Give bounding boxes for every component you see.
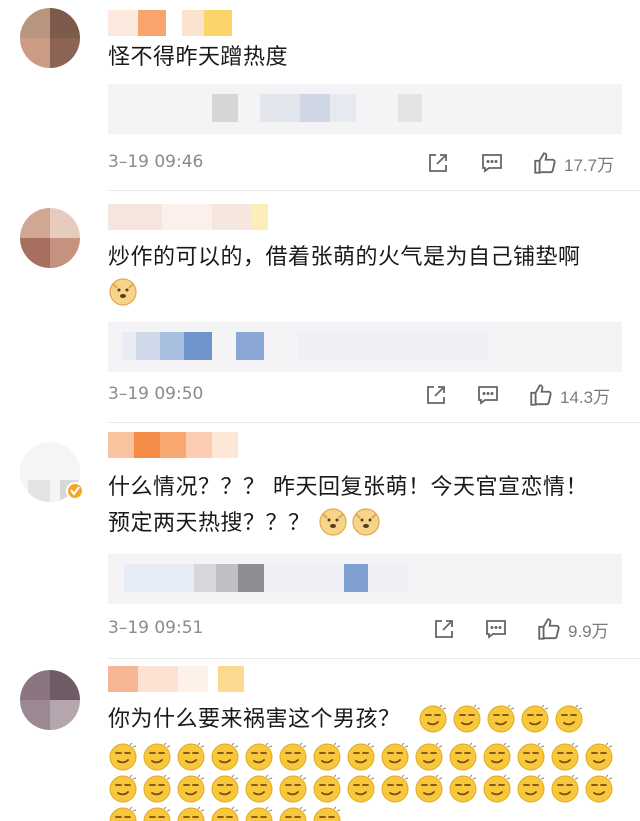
verified-badge-icon bbox=[66, 482, 84, 500]
divider bbox=[108, 658, 640, 659]
username[interactable] bbox=[108, 432, 238, 458]
smirk-emoji-icon bbox=[584, 742, 614, 772]
timestamp: 3–19 09:50 bbox=[108, 384, 204, 404]
smirk-emoji-icon bbox=[210, 774, 240, 804]
like-button[interactable]: 9.9万 bbox=[536, 614, 609, 644]
share-icon bbox=[435, 620, 453, 638]
smirk-emoji-icon bbox=[346, 774, 376, 804]
share-icon bbox=[427, 386, 445, 404]
smirk-emoji-icon bbox=[244, 806, 274, 821]
username[interactable] bbox=[108, 10, 232, 36]
smirk-emoji-icon bbox=[278, 742, 308, 772]
smirk-emoji-icon bbox=[312, 806, 342, 821]
comment-button[interactable] bbox=[480, 148, 504, 178]
smirk-emoji-icon bbox=[244, 774, 274, 804]
smirk-emoji-icon bbox=[108, 806, 138, 821]
smirk-emoji-icon bbox=[278, 806, 308, 821]
smirk-emoji-icon bbox=[244, 742, 274, 772]
comment-text-line: 炒作的可以的，借着张萌的火气是为自己铺垫啊 bbox=[108, 245, 581, 270]
share-icon bbox=[429, 154, 447, 172]
smirk-emoji-icon bbox=[520, 704, 550, 734]
divider bbox=[108, 422, 640, 423]
comment-button[interactable] bbox=[484, 614, 508, 644]
comment-meta: 3–19 09:51 9.9万 bbox=[108, 614, 622, 644]
like-count: 17.7万 bbox=[564, 155, 615, 175]
smirk-emoji-icon bbox=[482, 774, 512, 804]
comment-meta: 3–19 09:50 14.3万 bbox=[108, 380, 622, 410]
divider bbox=[108, 190, 640, 191]
avatar[interactable] bbox=[20, 8, 80, 68]
smirk-emoji-icon bbox=[448, 774, 478, 804]
comment-text: 炒作的可以的，借着张萌的火气是为自己铺垫啊 bbox=[108, 240, 622, 312]
smirk-emoji-icon bbox=[482, 742, 512, 772]
smirk-emoji-icon bbox=[418, 704, 448, 734]
smirk-emoji-icon bbox=[210, 742, 240, 772]
smirk-emoji-icon bbox=[142, 742, 172, 772]
smirk-emoji-icon bbox=[414, 774, 444, 804]
smirk-emoji-icon bbox=[312, 774, 342, 804]
username[interactable] bbox=[108, 666, 244, 692]
comment-text-line: 预定两天热搜？？？ bbox=[108, 511, 311, 536]
comment-icon bbox=[486, 620, 506, 639]
like-button[interactable]: 14.3万 bbox=[528, 380, 610, 410]
comment-text: 怪不得昨天蹭热度 bbox=[108, 45, 289, 70]
timestamp: 3–19 09:46 bbox=[108, 152, 204, 172]
share-button[interactable] bbox=[424, 380, 448, 410]
comment-text: 什么情况？？？ 昨天回复张萌！今天官宣恋情！ 预定两天热搜？？？ bbox=[108, 470, 622, 542]
thumbs-up-icon bbox=[538, 618, 560, 640]
smirk-emoji-icon bbox=[346, 742, 376, 772]
doge-emoji-icon bbox=[318, 506, 348, 536]
avatar[interactable] bbox=[20, 670, 80, 730]
doge-emoji-icon bbox=[108, 276, 138, 306]
like-count: 14.3万 bbox=[560, 387, 611, 407]
share-button[interactable] bbox=[432, 614, 456, 644]
smirk-emoji-icon bbox=[210, 806, 240, 821]
doge-emoji-icon bbox=[351, 506, 381, 536]
thumbs-up-icon bbox=[530, 384, 552, 406]
comment-text-line: 你为什么要来祸害这个男孩？ bbox=[108, 707, 401, 732]
smirk-emoji-icon bbox=[414, 742, 444, 772]
username[interactable] bbox=[108, 204, 268, 230]
smirk-emoji-icon bbox=[142, 806, 172, 821]
comment-text-line: 什么情况？？？ 昨天回复张萌！今天官宣恋情！ bbox=[108, 475, 588, 500]
share-button[interactable] bbox=[426, 148, 450, 178]
smirk-emoji-icon bbox=[550, 742, 580, 772]
reply-preview[interactable] bbox=[108, 554, 622, 604]
smirk-emoji-icon bbox=[448, 742, 478, 772]
avatar[interactable] bbox=[20, 208, 80, 268]
smirk-emoji-icon bbox=[516, 742, 546, 772]
smirk-emoji-icon bbox=[584, 774, 614, 804]
smirk-emoji-icon bbox=[312, 742, 342, 772]
timestamp: 3–19 09:51 bbox=[108, 618, 204, 638]
smirk-emoji-icon bbox=[486, 704, 516, 734]
comment-button[interactable] bbox=[476, 380, 500, 410]
reply-preview[interactable] bbox=[108, 322, 622, 372]
like-button[interactable]: 17.7万 bbox=[532, 148, 614, 178]
smirk-emoji-icon bbox=[176, 806, 206, 821]
smirk-emoji-icon bbox=[108, 742, 138, 772]
comment-icon bbox=[482, 154, 502, 173]
smirk-emoji-icon bbox=[142, 774, 172, 804]
reply-preview[interactable] bbox=[108, 84, 622, 134]
smirk-emoji-icon bbox=[380, 774, 410, 804]
smirk-emoji-icon bbox=[550, 774, 580, 804]
thumbs-up-icon bbox=[534, 152, 556, 174]
smirk-emoji-icon bbox=[516, 774, 546, 804]
comment-icon bbox=[478, 386, 498, 405]
smirk-emoji-icon bbox=[176, 774, 206, 804]
smirk-emoji-icon bbox=[554, 704, 584, 734]
smirk-emoji-icon bbox=[278, 774, 308, 804]
comment-meta: 3–19 09:46 17.7万 bbox=[108, 148, 622, 178]
smirk-emoji-icon bbox=[380, 742, 410, 772]
like-count: 9.9万 bbox=[568, 621, 609, 641]
smirk-emoji-icon bbox=[108, 774, 138, 804]
smirk-emoji-icon bbox=[452, 704, 482, 734]
smirk-emoji-icon bbox=[176, 742, 206, 772]
